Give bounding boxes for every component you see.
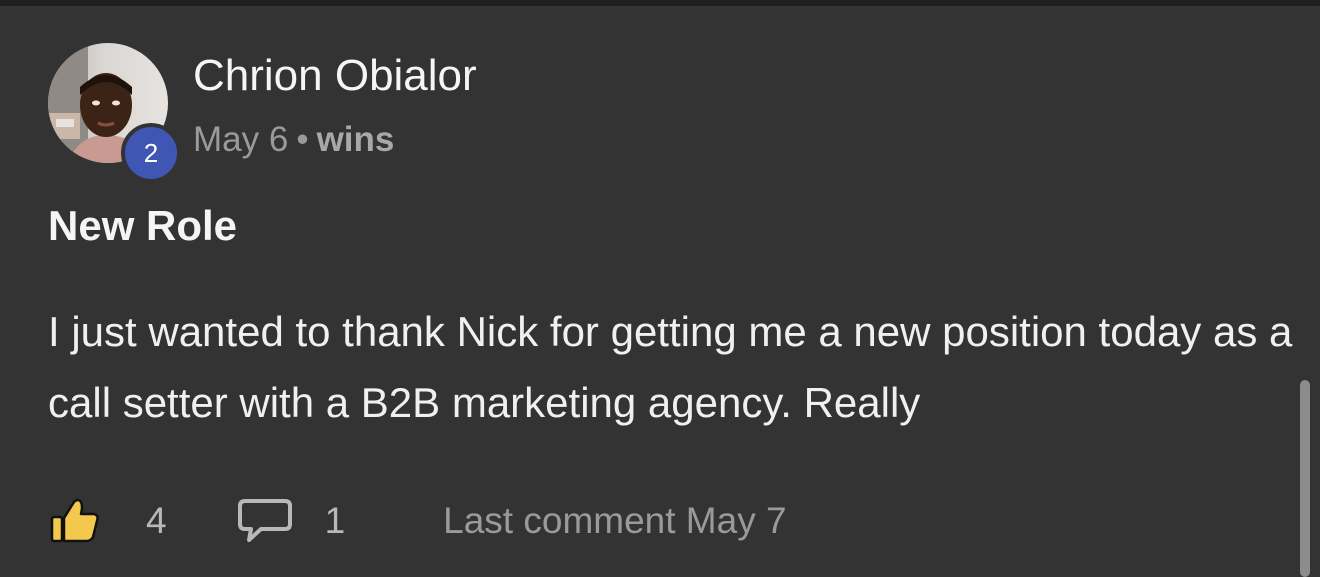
- meta-separator: •: [296, 120, 309, 159]
- comment-button[interactable]: [237, 494, 293, 548]
- author-name[interactable]: Chrion Obialor: [193, 50, 477, 102]
- post-meta: May 6 • wins: [193, 118, 394, 162]
- post-card[interactable]: 2 Chrion Obialor May 6 • wins New Role I j…: [0, 6, 1320, 577]
- thumbs-up-icon: [50, 498, 99, 543]
- scrollbar[interactable]: [1300, 380, 1310, 577]
- post-date: May 6: [193, 120, 289, 159]
- post-actions: 4 1 Last comment May 7: [48, 494, 787, 548]
- post-title[interactable]: New Role: [48, 202, 237, 250]
- post-category-link[interactable]: wins: [317, 120, 395, 159]
- post-body[interactable]: I just wanted to thank Nick for getting …: [48, 296, 1293, 438]
- like-button[interactable]: [48, 494, 104, 548]
- last-comment-info: Last comment May 7: [443, 500, 787, 541]
- comment-count: 1: [324, 500, 346, 541]
- like-count: 4: [146, 500, 167, 541]
- level-number: 2: [143, 137, 159, 168]
- level-badge: 2: [121, 123, 181, 183]
- comment-bubble-icon: [237, 499, 292, 542]
